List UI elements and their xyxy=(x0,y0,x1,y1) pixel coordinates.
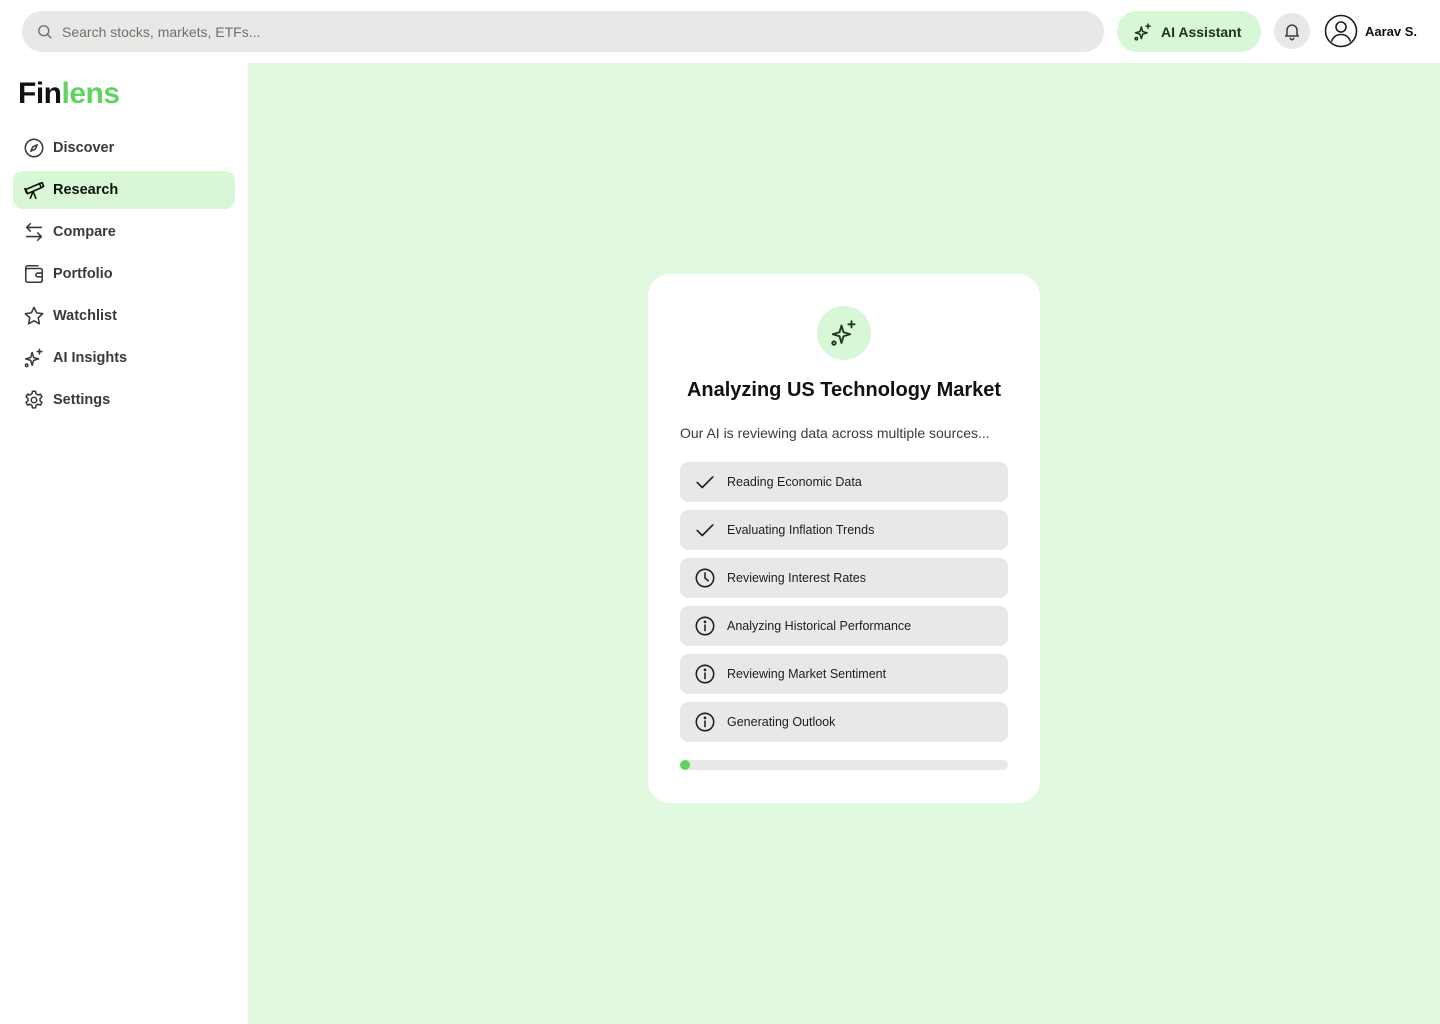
notifications-button[interactable] xyxy=(1274,13,1310,49)
sidebar-item-label: Compare xyxy=(53,224,116,240)
check-icon xyxy=(696,476,714,489)
info-icon xyxy=(695,616,715,636)
step-item: Reading Economic Data xyxy=(680,462,1008,502)
check-icon xyxy=(696,524,714,537)
info-icon xyxy=(695,664,715,684)
user-menu[interactable]: Aarav S. xyxy=(1324,14,1417,48)
step-label: Reading Economic Data xyxy=(727,475,862,489)
wallet-icon xyxy=(24,264,44,284)
sparkles-icon xyxy=(831,320,856,346)
search-input[interactable] xyxy=(62,23,962,40)
sidebar-item-label: AI Insights xyxy=(53,350,128,366)
sidebar-item-research[interactable]: Research xyxy=(13,171,235,209)
step-item: Reviewing Market Sentiment xyxy=(680,654,1008,694)
step-label: Reviewing Market Sentiment xyxy=(727,667,887,681)
logo-part-2: lens xyxy=(61,77,121,110)
ai-assistant-button[interactable]: AI Assistant xyxy=(1117,11,1261,52)
step-item: Generating Outlook xyxy=(680,702,1008,742)
sidebar-item-label: Portfolio xyxy=(53,266,113,282)
analysis-steps: Reading Economic Data Evaluating Inflati… xyxy=(680,462,1008,750)
sidebar-item-watchlist[interactable]: Watchlist xyxy=(13,297,235,335)
compass-icon xyxy=(24,138,44,158)
analysis-card: Analyzing US Technology Market Our AI is… xyxy=(648,274,1040,803)
sidebar-item-ai-insights[interactable]: AI Insights xyxy=(13,339,235,377)
sidebar-item-compare[interactable]: Compare xyxy=(13,213,235,251)
app-logo[interactable]: Finlens xyxy=(18,77,120,111)
user-avatar-icon xyxy=(1324,14,1358,48)
sidebar-item-label: Discover xyxy=(53,140,115,156)
sidebar-item-portfolio[interactable]: Portfolio xyxy=(13,255,235,293)
step-item: Evaluating Inflation Trends xyxy=(680,510,1008,550)
search-icon xyxy=(38,25,52,39)
main-content: Analyzing US Technology Market Our AI is… xyxy=(248,63,1440,1024)
step-label: Evaluating Inflation Trends xyxy=(727,523,875,537)
sparkles-icon xyxy=(1134,22,1151,41)
sparkles-icon xyxy=(24,348,43,368)
sidebar-item-discover[interactable]: Discover xyxy=(13,129,235,167)
bell-icon xyxy=(1285,24,1299,41)
progress-fill xyxy=(680,760,690,770)
step-item: Reviewing Interest Rates xyxy=(680,558,1008,598)
sidebar-item-label: Settings xyxy=(53,392,111,408)
sidebar-item-label: Research xyxy=(53,182,119,198)
star-icon xyxy=(24,306,44,325)
user-name: Aarav S. xyxy=(1365,23,1418,39)
clock-icon xyxy=(695,568,715,588)
step-label: Generating Outlook xyxy=(727,715,836,729)
ai-assistant-label: AI Assistant xyxy=(1161,23,1242,40)
arrows-exchange-icon xyxy=(25,222,43,242)
analysis-subtitle: Our AI is reviewing data across multiple… xyxy=(680,425,990,441)
search-bar[interactable] xyxy=(22,11,1104,52)
info-icon xyxy=(695,712,715,732)
analysis-badge xyxy=(817,306,871,360)
sidebar: Finlens Discover Research Compare Portfo… xyxy=(0,63,248,1024)
progress-bar xyxy=(680,760,1008,770)
logo-part-1: Fin xyxy=(18,77,62,110)
step-label: Reviewing Interest Rates xyxy=(727,571,866,585)
analysis-title: Analyzing US Technology Market xyxy=(686,379,1002,401)
step-item: Analyzing Historical Performance xyxy=(680,606,1008,646)
step-label: Analyzing Historical Performance xyxy=(727,619,912,633)
telescope-icon xyxy=(24,181,45,200)
top-bar: AI Assistant Aarav S. xyxy=(0,0,1440,63)
sidebar-item-label: Watchlist xyxy=(53,308,117,324)
sidebar-nav: Discover Research Compare Portfolio Watc… xyxy=(13,129,235,423)
sidebar-item-settings[interactable]: Settings xyxy=(13,381,235,419)
gear-icon xyxy=(25,390,43,409)
